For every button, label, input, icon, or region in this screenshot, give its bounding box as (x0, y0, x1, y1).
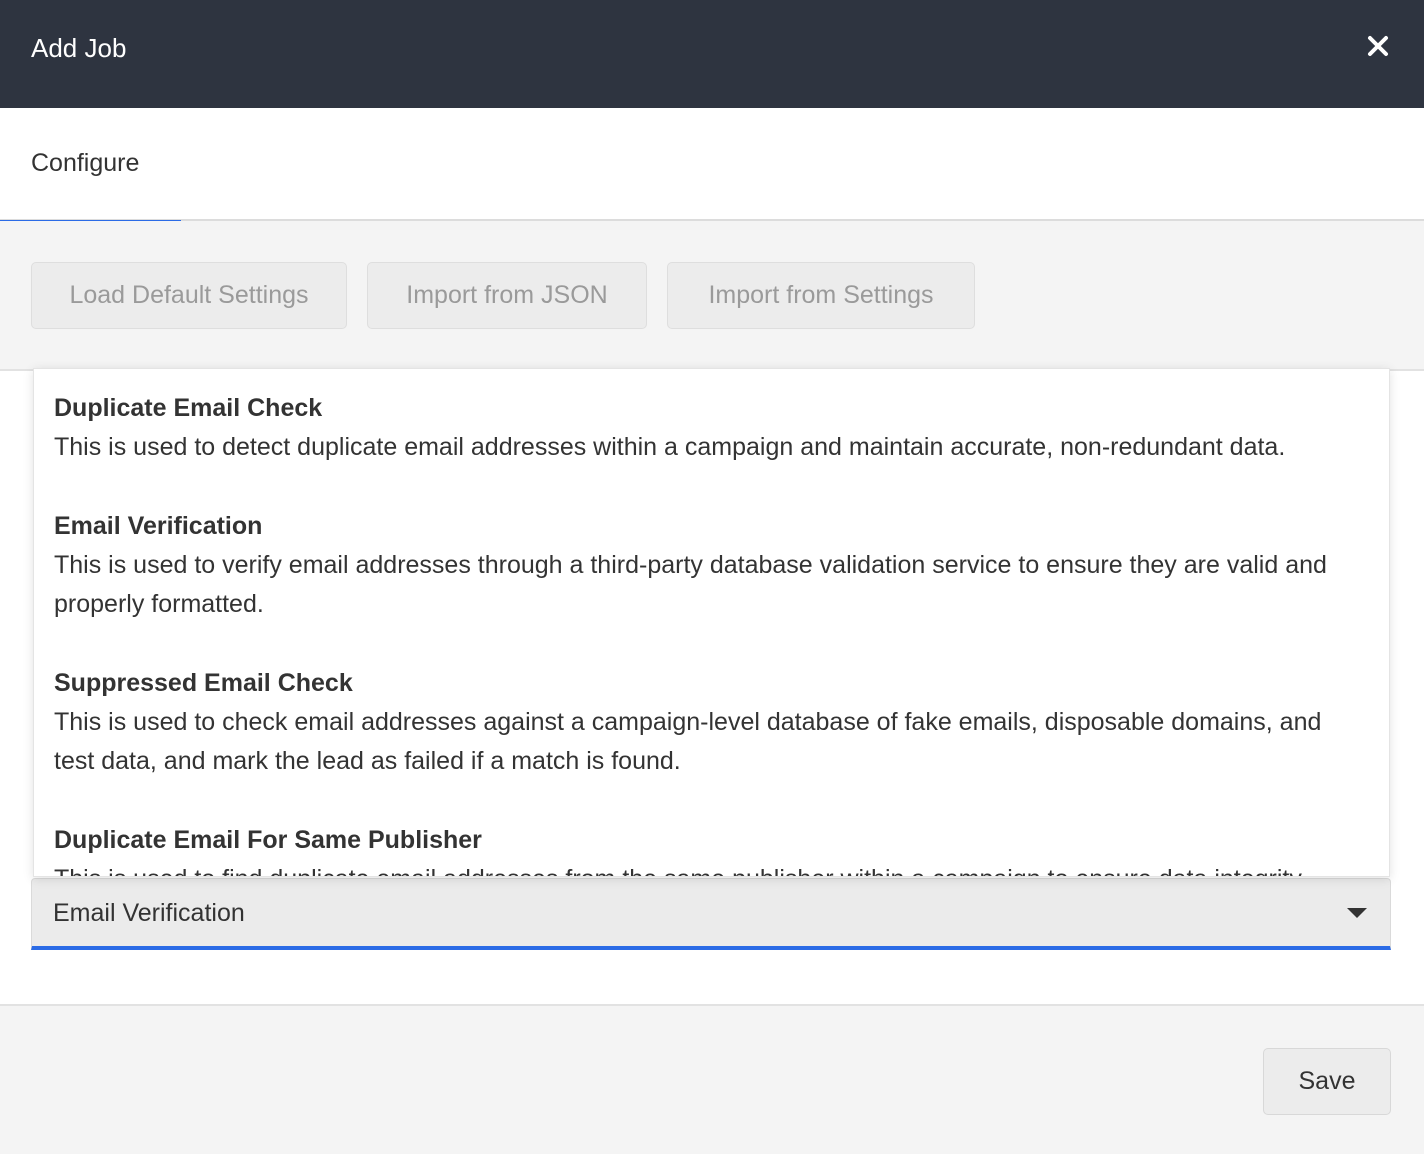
option-email-verification[interactable]: Email Verification This is used to verif… (54, 507, 1364, 624)
option-description: This is used to check email addresses ag… (54, 708, 1322, 775)
load-default-settings-button[interactable]: Load Default Settings (31, 262, 347, 329)
option-suppressed-email-check[interactable]: Suppressed Email Check This is used to c… (54, 664, 1364, 781)
option-title: Suppressed Email Check (54, 669, 353, 697)
tab-bar: Configure (0, 108, 1424, 223)
modal-title: Add Job (31, 33, 127, 63)
save-button[interactable]: Save (1263, 1048, 1391, 1115)
toolbar: Load Default Settings Import from JSON I… (0, 221, 1424, 371)
modal-footer: Save (0, 1008, 1424, 1154)
add-job-modal: Add Job Configure Load Default Settings … (0, 0, 1424, 1154)
import-from-settings-button[interactable]: Import from Settings (667, 262, 975, 329)
select-value: Email Verification (53, 899, 245, 927)
tab-configure[interactable]: Configure (0, 108, 181, 223)
option-duplicate-email-check[interactable]: Duplicate Email Check This is used to de… (54, 389, 1364, 467)
option-description: This is used to detect duplicate email a… (54, 433, 1286, 461)
tab-configure-label: Configure (31, 149, 140, 177)
close-button[interactable] (1360, 28, 1396, 64)
option-description: This is used to find duplicate email add… (54, 860, 1364, 876)
chevron-down-icon (1347, 908, 1367, 918)
option-description: This is used to verify email addresses t… (54, 551, 1327, 618)
modal-header: Add Job (0, 0, 1424, 108)
option-duplicate-email-same-publisher[interactable]: Duplicate Email For Same Publisher This … (54, 821, 1364, 876)
option-title: Duplicate Email For Same Publisher (54, 826, 482, 854)
option-title: Email Verification (54, 512, 263, 540)
option-title: Duplicate Email Check (54, 394, 323, 422)
job-type-select[interactable]: Email Verification (31, 878, 1391, 950)
import-from-json-button[interactable]: Import from JSON (367, 262, 647, 329)
job-type-dropdown-menu: Duplicate Email Check This is used to de… (33, 368, 1390, 877)
close-icon (1368, 36, 1388, 56)
